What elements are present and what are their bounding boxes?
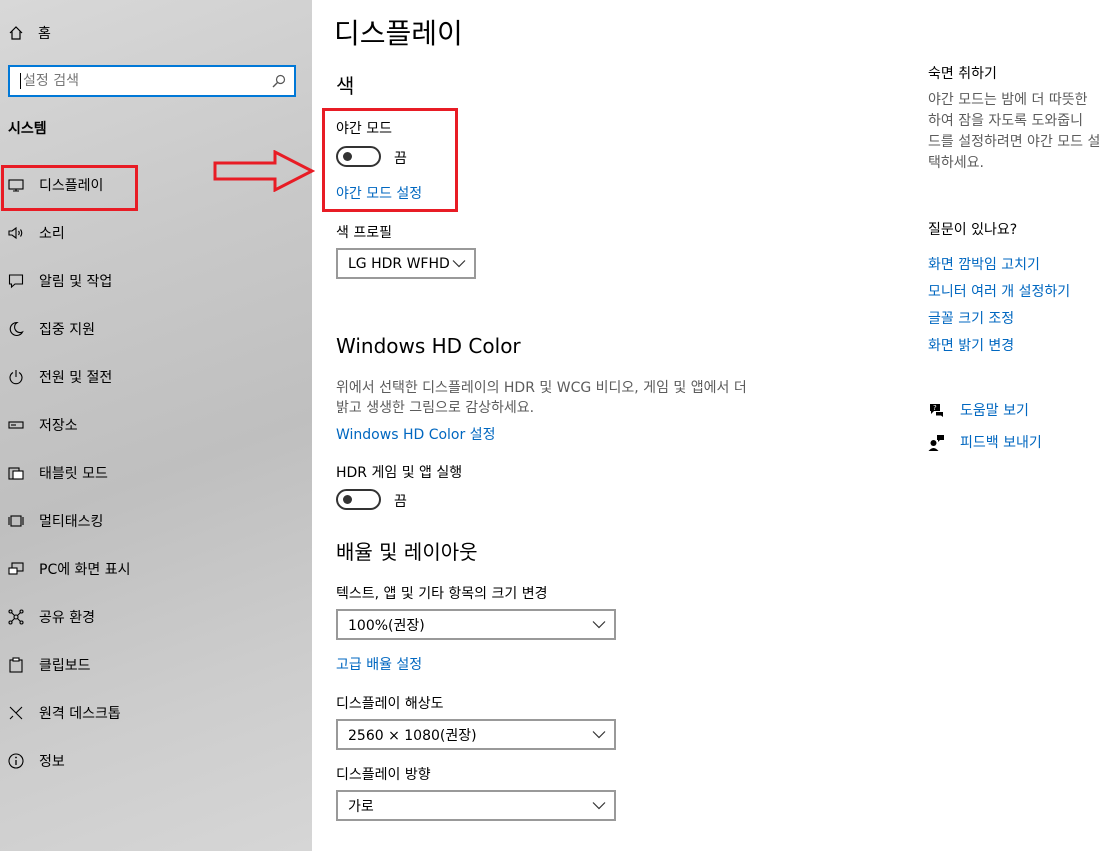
sleep-tip-title: 숙면 취하기 [928,66,997,82]
font-size-link[interactable]: 글꼴 크기 조정 [928,308,1014,328]
hdr-games-toggle[interactable] [336,489,381,510]
hd-color-heading: Windows HD Color [336,334,521,358]
share-icon [8,609,24,625]
help-chat-icon: ? [930,403,943,417]
info-icon [8,753,24,769]
sidebar-item-shared-experiences[interactable]: 공유 환경 [8,605,95,629]
section-label-system: 시스템 [8,121,47,137]
remote-desktop-icon [9,706,23,720]
sidebar-item-tablet-mode[interactable]: 태블릿 모드 [8,461,108,485]
chevron-down-icon [592,621,606,629]
sleep-tip-line: 드를 설정하려면 야간 모드 설 [928,134,1101,150]
sidebar-item-project[interactable]: PC에 화면 표시 [8,557,131,581]
color-section-heading: 색 [336,74,355,98]
home-label: 홈 [38,26,51,42]
resolution-select[interactable]: 2560 × 1080(권장) [336,719,616,750]
search-box[interactable] [8,65,296,97]
annotation-arrow [213,150,315,192]
chevron-down-icon [592,802,606,810]
advanced-scaling-link[interactable]: 고급 배율 설정 [336,654,422,674]
svg-text:?: ? [933,404,937,412]
chevron-down-icon [592,731,606,739]
fix-flicker-link[interactable]: 화면 깜박임 고치기 [928,254,1040,274]
sidebar-item-label: 클립보드 [39,658,91,674]
search-input[interactable] [21,73,272,89]
get-help-link[interactable]: ? 도움말 보기 [928,400,1029,420]
sleep-tip-description: 야간 모드는 밤에 더 따뜻한 하여 잠을 자도록 도와줍니 드를 설정하려면 … [928,90,1106,174]
chevron-down-icon [452,260,466,268]
scale-select[interactable]: 100%(권장) [336,609,616,640]
tablet-icon [8,467,24,480]
search-icon[interactable] [272,74,286,88]
send-feedback-label: 피드백 보내기 [960,435,1042,451]
scale-value: 100%(권장) [348,617,425,634]
moon-icon [9,321,24,336]
hd-color-description: 위에서 선택한 디스플레이의 HDR 및 WCG 비디오, 게임 및 앱에서 더… [336,378,747,418]
night-mode-toggle[interactable] [336,146,381,167]
sidebar-item-label: 태블릿 모드 [39,466,108,482]
sleep-tip-line: 하여 잠을 자도록 도와줍니 [928,113,1084,129]
orientation-select[interactable]: 가로 [336,790,616,821]
get-help-label: 도움말 보기 [960,403,1029,419]
sidebar-item-label: 저장소 [39,418,78,434]
clipboard-icon [9,657,23,673]
orientation-label: 디스플레이 방향 [336,767,431,783]
multiple-monitors-link[interactable]: 모니터 여러 개 설정하기 [928,281,1070,301]
night-mode-state: 끔 [394,151,407,167]
sidebar-item-label: 멀티태스킹 [39,514,104,530]
color-profile-select[interactable]: LG HDR WFHD [336,248,476,279]
storage-icon [8,421,24,429]
scale-label: 텍스트, 앱 및 기타 항목의 크기 변경 [336,586,548,602]
sidebar-item-multitasking[interactable]: 멀티태스킹 [8,509,103,533]
feedback-icon [928,434,944,451]
annotation-box-display [1,165,138,211]
project-icon [8,562,24,575]
sidebar-item-focus-assist[interactable]: 집중 지원 [8,317,95,341]
power-icon [9,370,23,385]
sidebar: 홈 시스템 디스플레이 소리 알림 및 작업 집중 지원 전원 및 절전 저장소… [0,0,312,851]
home-nav-item[interactable]: 홈 [8,22,51,44]
sleep-tip-line: 야간 모드는 밤에 더 따뜻한 [928,92,1088,108]
sidebar-item-label: 집중 지원 [39,322,95,338]
sidebar-item-label: 전원 및 절전 [39,370,113,386]
sidebar-item-about[interactable]: 정보 [8,749,65,773]
color-profile-label: 색 프로필 [336,225,392,241]
layout-section-heading: 배율 및 레이아웃 [336,540,478,564]
night-mode-settings-link[interactable]: 야간 모드 설정 [336,183,422,203]
sidebar-item-sound[interactable]: 소리 [8,221,65,245]
sidebar-item-clipboard[interactable]: 클립보드 [8,653,91,677]
notification-icon [8,274,24,289]
hd-color-settings-link[interactable]: Windows HD Color 설정 [336,424,495,444]
night-mode-label: 야간 모드 [336,121,392,137]
sidebar-item-label: PC에 화면 표시 [39,562,131,578]
multitasking-icon [8,515,24,527]
page-title: 디스플레이 [334,17,463,50]
sidebar-item-storage[interactable]: 저장소 [8,413,78,437]
sidebar-item-label: 정보 [39,754,65,770]
sidebar-item-notifications[interactable]: 알림 및 작업 [8,269,112,293]
send-feedback-link[interactable]: 피드백 보내기 [928,432,1042,452]
orientation-value: 가로 [348,798,374,815]
home-icon [9,26,23,40]
question-title: 질문이 있나요? [928,222,1018,238]
brightness-link[interactable]: 화면 밝기 변경 [928,335,1014,355]
sidebar-item-power[interactable]: 전원 및 절전 [8,365,112,389]
resolution-label: 디스플레이 해상도 [336,696,444,712]
speaker-icon [8,226,23,240]
sidebar-item-remote-desktop[interactable]: 원격 데스크톱 [8,701,121,725]
sidebar-item-label: 원격 데스크톱 [39,706,121,722]
sidebar-item-label: 소리 [39,226,65,242]
hdr-games-label: HDR 게임 및 앱 실행 [336,465,463,481]
hdr-games-state: 끔 [394,494,407,510]
resolution-value: 2560 × 1080(권장) [348,727,477,744]
hd-color-description-line: 밝고 생생한 그림으로 감상하세요. [336,400,535,416]
sidebar-item-label: 알림 및 작업 [39,274,113,290]
hd-color-description-line: 위에서 선택한 디스플레이의 HDR 및 WCG 비디오, 게임 및 앱에서 더 [336,380,747,396]
sidebar-item-label: 공유 환경 [39,610,95,626]
color-profile-value: LG HDR WFHD [348,255,450,272]
sleep-tip-line: 택하세요. [928,155,984,171]
